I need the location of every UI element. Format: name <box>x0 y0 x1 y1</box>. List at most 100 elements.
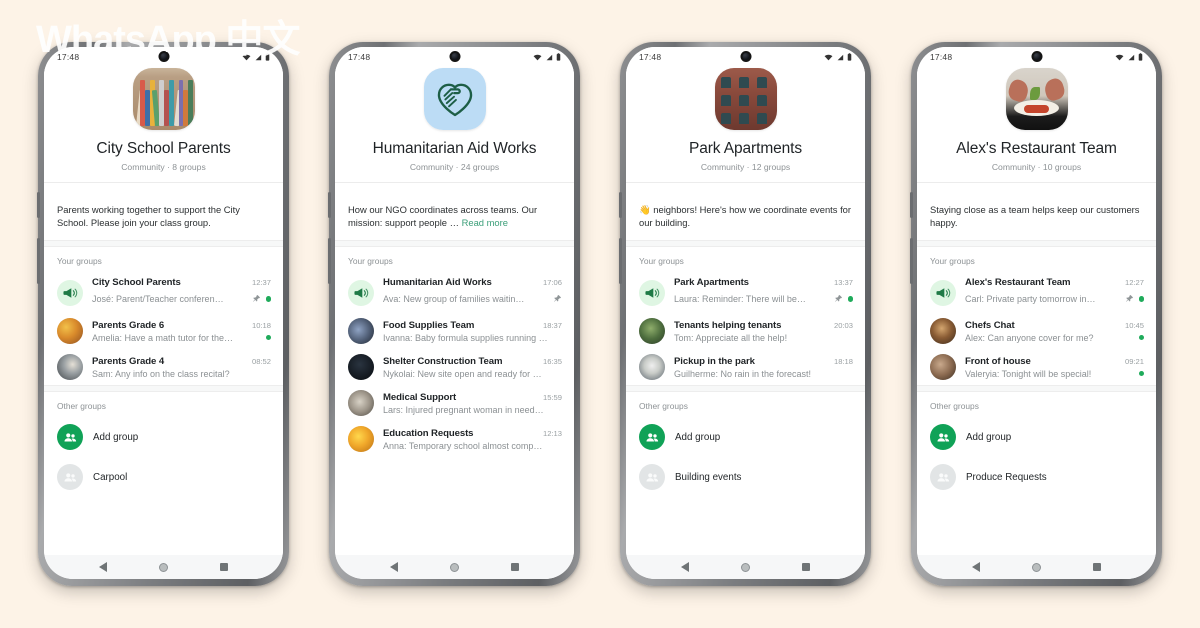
group-row[interactable]: Front of house 09:21 Valeryia: Tonight wil… <box>917 349 1156 386</box>
community-avatar[interactable] <box>714 68 777 130</box>
groups-list[interactable]: Your groups Alex's Restaurant Team 12:27 Ca… <box>917 247 1156 555</box>
other-groups-header: Other groups <box>44 392 283 418</box>
group-time: 17:06 <box>542 278 562 288</box>
groups-list[interactable]: Your groups Humanitarian Aid Works 17:06 Av… <box>335 247 574 555</box>
group-row[interactable]: Park Apartments 13:37 Laura: Reminder: The… <box>626 272 865 314</box>
group-row[interactable]: Tenants helping tenants 20:03 Tom: Appreci… <box>626 313 865 350</box>
announcement-megaphone-icon <box>930 279 956 306</box>
other-groups-header: Other groups <box>917 392 1156 418</box>
community-avatar[interactable] <box>1005 68 1068 130</box>
unread-dot <box>847 296 853 302</box>
group-last-message: Ivanna: Baby formula supplies running … <box>383 332 548 343</box>
group-row[interactable]: Food Supplies Team 18:37 Ivanna: Baby form… <box>335 313 574 350</box>
front-camera-punchhole <box>449 51 460 62</box>
group-time: 13:37 <box>833 278 853 288</box>
other-group-label: Add group <box>675 431 721 443</box>
group-avatar <box>57 318 83 345</box>
community-header: Humanitarian Aid Works Community · 24 gro… <box>335 68 574 194</box>
group-last-message: Amelia: Have a math tutor for the… <box>92 332 234 343</box>
other-group-row[interactable]: Add group <box>917 417 1156 458</box>
section-separator <box>626 240 865 248</box>
battery-icon <box>1138 48 1143 66</box>
section-separator <box>626 385 865 393</box>
group-row[interactable]: Parents Grade 4 08:52 Sam: Any info on the… <box>44 349 283 386</box>
other-group-row[interactable]: Produce Requests <box>917 457 1156 498</box>
group-name: Parents Grade 4 <box>92 355 165 367</box>
group-last-message: Alex: Can anyone cover for me? <box>965 332 1094 343</box>
other-group-label: Add group <box>966 431 1012 443</box>
recents-square-icon[interactable] <box>802 563 810 571</box>
group-time: 10:45 <box>1124 320 1144 330</box>
other-group-row[interactable]: Add group <box>626 417 865 458</box>
back-triangle-icon[interactable] <box>972 562 980 572</box>
add-group-icon <box>930 424 956 451</box>
groups-list[interactable]: Your groups Park Apartments 13:37 Laura: Re… <box>626 247 865 555</box>
group-name: Food Supplies Team <box>383 319 475 331</box>
community-header: Alex's Restaurant Team Community · 10 gro… <box>917 68 1156 194</box>
other-group-row[interactable]: Carpool <box>44 457 283 498</box>
community-name: Park Apartments <box>688 140 803 157</box>
group-name: Education Requests <box>383 427 474 439</box>
pin-icon <box>252 290 261 308</box>
your-groups-header: Your groups <box>44 247 283 273</box>
community-name: City School Parents <box>96 140 231 157</box>
community-header: Park Apartments Community · 12 groups <box>626 68 865 194</box>
community-avatar[interactable] <box>132 68 195 130</box>
groups-list[interactable]: Your groups City School Parents 12:37 José:… <box>44 247 283 555</box>
group-row[interactable]: Education Requests 12:13 Anna: Temporary s… <box>335 421 574 458</box>
group-row[interactable]: City School Parents 12:37 José: Parent/Tea… <box>44 272 283 314</box>
home-circle-icon[interactable] <box>159 562 168 572</box>
community-header: City School Parents Community · 8 groups <box>44 68 283 194</box>
group-avatar <box>930 354 956 381</box>
group-last-message: Anna: Temporary school almost comp… <box>383 440 543 451</box>
unread-dot <box>1138 370 1144 377</box>
announcement-megaphone-icon <box>348 279 374 306</box>
header-divider <box>917 181 1156 183</box>
phone-2: 17:48 Humanitarian Aid Works Community · 2… <box>328 42 580 586</box>
group-row[interactable]: Humanitarian Aid Works 17:06 Ava: New grou… <box>335 272 574 314</box>
header-divider <box>44 181 283 183</box>
group-avatar <box>639 318 665 345</box>
group-time: 12:27 <box>1124 278 1144 288</box>
home-circle-icon[interactable] <box>450 562 459 572</box>
home-circle-icon[interactable] <box>1032 562 1041 572</box>
community-name: Humanitarian Aid Works <box>372 140 537 157</box>
home-circle-icon[interactable] <box>741 562 750 572</box>
other-group-row[interactable]: Add group <box>44 417 283 458</box>
phones-stage: 17:48 City School Parents Community · 8 gr… <box>0 0 1200 628</box>
group-time: 09:21 <box>1124 356 1144 366</box>
group-time: 18:37 <box>542 320 562 330</box>
recents-square-icon[interactable] <box>1093 563 1101 571</box>
back-triangle-icon[interactable] <box>99 562 107 572</box>
community-description: Parents working together to support the … <box>44 193 283 241</box>
group-placeholder-icon <box>930 464 956 491</box>
status-time: 17:48 <box>348 52 371 62</box>
group-name: Parents Grade 6 <box>92 319 165 331</box>
group-row[interactable]: Medical Support 15:59 Lars: Injured pregna… <box>335 385 574 422</box>
your-groups-header: Your groups <box>335 247 574 273</box>
phone-screen: 17:48 Alex's Restaurant Team Community · 1… <box>917 47 1156 579</box>
group-row[interactable]: Parents Grade 6 10:18 Amelia: Have a math … <box>44 313 283 350</box>
status-bar: 17:48 <box>626 47 865 67</box>
group-row[interactable]: Alex's Restaurant Team 12:27 Carl: Private… <box>917 272 1156 314</box>
header-divider <box>335 181 574 183</box>
group-last-message: Guilherme: No rain in the forecast! <box>674 368 812 379</box>
group-row[interactable]: Pickup in the park 18:18 Guilherme: No rai… <box>626 349 865 386</box>
recents-square-icon[interactable] <box>511 563 519 571</box>
recents-square-icon[interactable] <box>220 563 228 571</box>
read-more-link[interactable]: Read more <box>462 217 508 228</box>
android-nav-bar <box>626 555 865 579</box>
other-group-row[interactable]: Building events <box>626 457 865 498</box>
add-group-icon <box>57 424 83 451</box>
back-triangle-icon[interactable] <box>390 562 398 572</box>
group-name: Tenants helping tenants <box>674 319 782 331</box>
pin-icon <box>553 290 562 308</box>
group-avatar <box>639 354 665 381</box>
community-avatar[interactable] <box>423 68 486 130</box>
add-group-icon <box>639 424 665 451</box>
back-triangle-icon[interactable] <box>681 562 689 572</box>
group-name: Park Apartments <box>674 277 749 289</box>
group-row[interactable]: Shelter Construction Team 16:35 Nykolai: N… <box>335 349 574 386</box>
wifi-icon <box>824 48 833 66</box>
group-row[interactable]: Chefs Chat 10:45 Alex: Can anyone cover fo… <box>917 313 1156 350</box>
